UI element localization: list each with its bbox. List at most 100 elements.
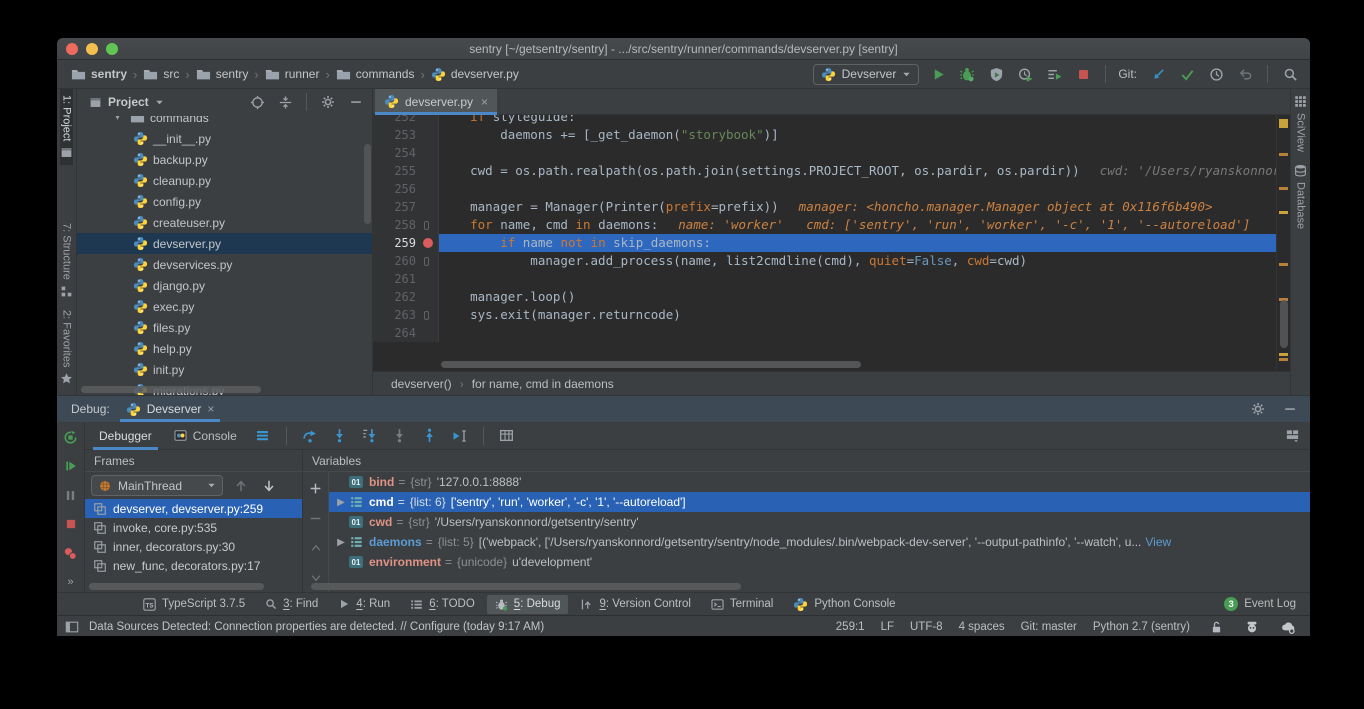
hide-panel-button[interactable]	[346, 92, 366, 112]
status-caret-position[interactable]: 259:1	[836, 621, 865, 633]
thread-select[interactable]: MainThread	[91, 475, 223, 496]
code-editor[interactable]: 252 if styleguide:253 daemons += [_get_d…	[373, 115, 1276, 371]
editor-breadcrumb-item[interactable]: for name, cmd in daemons	[472, 377, 614, 391]
line-number[interactable]: 257	[373, 198, 439, 216]
tree-item-help-py[interactable]: help.py	[77, 338, 372, 359]
minimize-window-button[interactable]	[86, 43, 98, 55]
tool-window-button-database[interactable]: Database	[1294, 158, 1307, 235]
close-window-button[interactable]	[66, 43, 78, 55]
locate-file-button[interactable]	[247, 92, 267, 112]
frame-row[interactable]: invoke, core.py:535	[85, 518, 302, 537]
breadcrumb-item[interactable]: src	[143, 67, 179, 82]
tab-console[interactable]: Console	[168, 422, 243, 450]
chevron-right-icon[interactable]: ▶	[333, 497, 349, 508]
add-watch-button[interactable]	[306, 478, 326, 498]
vertical-scrollbar[interactable]	[1280, 300, 1288, 348]
step-into-my-code-button[interactable]	[360, 426, 380, 446]
fold-marker-icon[interactable]	[424, 311, 429, 320]
horizontal-scrollbar[interactable]	[81, 386, 261, 393]
tool-window-button-sciview[interactable]: SciView	[1294, 89, 1307, 158]
tool-window-button-favorites[interactable]: 2: Favorites	[60, 304, 73, 391]
view-link[interactable]: View	[1145, 535, 1181, 549]
line-number[interactable]: 260	[373, 252, 439, 270]
event-log-button[interactable]: 3Event Log	[1224, 597, 1296, 611]
code-line[interactable]: 255 cwd = os.path.realpath(os.path.join(…	[373, 162, 1276, 180]
tool-window-button-3-find[interactable]: 3: Find	[257, 595, 326, 614]
tab-debugger[interactable]: Debugger	[93, 422, 158, 450]
git-rollback-button[interactable]	[1235, 64, 1255, 84]
more-actions-button[interactable]: »	[67, 576, 73, 588]
inspection-indicator-icon[interactable]	[1279, 119, 1288, 128]
code-line[interactable]: 260 manager.add_process(name, list2cmdli…	[373, 252, 1276, 270]
variable-row[interactable]: 01cwd= {str}'/Users/ryanskonnord/getsent…	[329, 512, 1310, 532]
line-number[interactable]: 256	[373, 180, 439, 198]
tool-window-button-5-debug[interactable]: 5: Debug	[487, 595, 569, 614]
horizontal-scrollbar[interactable]	[311, 583, 741, 590]
chevron-expanded-icon[interactable]: ▾	[115, 116, 125, 123]
tree-item-devservices-py[interactable]: devservices.py	[77, 254, 372, 275]
tool-window-button-python-console[interactable]: Python Console	[785, 595, 903, 614]
step-out-button[interactable]	[420, 426, 440, 446]
line-number[interactable]: 262	[373, 288, 439, 306]
code-line[interactable]: 252 if styleguide:	[373, 115, 1276, 126]
tool-window-button-4-run[interactable]: 4: Run	[330, 595, 398, 614]
code-line[interactable]: 262 manager.loop()	[373, 288, 1276, 306]
status-python-interpreter[interactable]: Python 2.7 (sentry)	[1093, 621, 1190, 633]
pause-button[interactable]	[61, 485, 81, 505]
close-tab-icon[interactable]: ×	[481, 95, 488, 109]
git-commit-button[interactable]	[1177, 64, 1197, 84]
close-session-icon[interactable]: ×	[207, 402, 214, 416]
step-over-button[interactable]	[300, 426, 320, 446]
tool-window-button-typescript-3-7-5[interactable]: TSTypeScript 3.7.5	[135, 595, 253, 614]
line-number[interactable]: 254	[373, 144, 439, 162]
status-line-separator[interactable]: LF	[881, 621, 894, 633]
code-line[interactable]: 264	[373, 324, 1276, 342]
fold-marker-icon[interactable]	[424, 257, 429, 266]
code-line[interactable]: 263 sys.exit(manager.returncode)	[373, 306, 1276, 324]
line-number[interactable]: 255	[373, 162, 439, 180]
execution-point-button[interactable]	[253, 426, 273, 446]
tool-window-toggle-icon[interactable]	[65, 620, 79, 634]
tree-item-init-py[interactable]: init.py	[77, 359, 372, 380]
debug-button[interactable]	[957, 64, 977, 84]
code-line[interactable]: 257 manager = Manager(Printer(prefix=pre…	[373, 198, 1276, 216]
code-line[interactable]: 254	[373, 144, 1276, 162]
tree-item-createuser-py[interactable]: createuser.py	[77, 212, 372, 233]
view-breakpoints-button[interactable]	[61, 543, 81, 563]
variable-row[interactable]: 01environment= {unicode}u'development'	[329, 552, 1310, 572]
debug-session-tab[interactable]: Devserver ×	[120, 396, 221, 422]
status-file-encoding[interactable]: UTF-8	[910, 621, 943, 633]
breadcrumb-item[interactable]: runner	[265, 67, 320, 82]
tool-window-button-project[interactable]: 1: Project	[60, 89, 73, 165]
breadcrumb-item[interactable]: commands	[336, 67, 415, 82]
status-message[interactable]: Data Sources Detected: Connection proper…	[89, 621, 544, 633]
ide-services-icon[interactable]	[1278, 617, 1298, 636]
search-everywhere-button[interactable]	[1280, 64, 1300, 84]
tree-item-devserver-py[interactable]: devserver.py	[77, 233, 372, 254]
horizontal-scrollbar[interactable]	[441, 361, 861, 368]
status-indent-style[interactable]: 4 spaces	[959, 621, 1005, 633]
error-stripe[interactable]	[1276, 115, 1290, 371]
code-line[interactable]: 253 daemons += [_get_daemon("storybook")…	[373, 126, 1276, 144]
profile-button[interactable]	[1015, 64, 1035, 84]
tool-window-button-structure[interactable]: 7: Structure	[60, 217, 73, 304]
project-settings-button[interactable]	[318, 92, 338, 112]
stop-debug-button[interactable]	[61, 514, 81, 534]
tree-item-commands[interactable]: ▾commands	[77, 116, 372, 128]
force-step-into-button[interactable]	[390, 426, 410, 446]
tool-window-button-6-todo[interactable]: 6: TODO	[402, 595, 483, 614]
breadcrumb-item[interactable]: sentry	[71, 67, 127, 82]
tool-window-button-9-version-control[interactable]: 9: Version Control	[572, 595, 698, 614]
tree-item-cleanup-py[interactable]: cleanup.py	[77, 170, 372, 191]
debug-settings-button[interactable]	[1248, 399, 1268, 419]
variable-row[interactable]: ▶daemons= {list: 5}[('webpack', ['/Users…	[329, 532, 1310, 552]
tree-item-exec-py[interactable]: exec.py	[77, 296, 372, 317]
tool-window-button-terminal[interactable]: Terminal	[703, 595, 781, 614]
horizontal-scrollbar[interactable]	[89, 583, 264, 590]
code-line[interactable]: 258 for name, cmd in daemons:name: 'work…	[373, 216, 1276, 234]
readonly-lock-icon[interactable]	[1206, 617, 1226, 636]
hide-debug-button[interactable]	[1280, 399, 1300, 419]
breadcrumb-item[interactable]: sentry	[196, 67, 249, 82]
line-number[interactable]: 259	[373, 234, 439, 252]
remove-watch-button[interactable]	[306, 508, 326, 528]
